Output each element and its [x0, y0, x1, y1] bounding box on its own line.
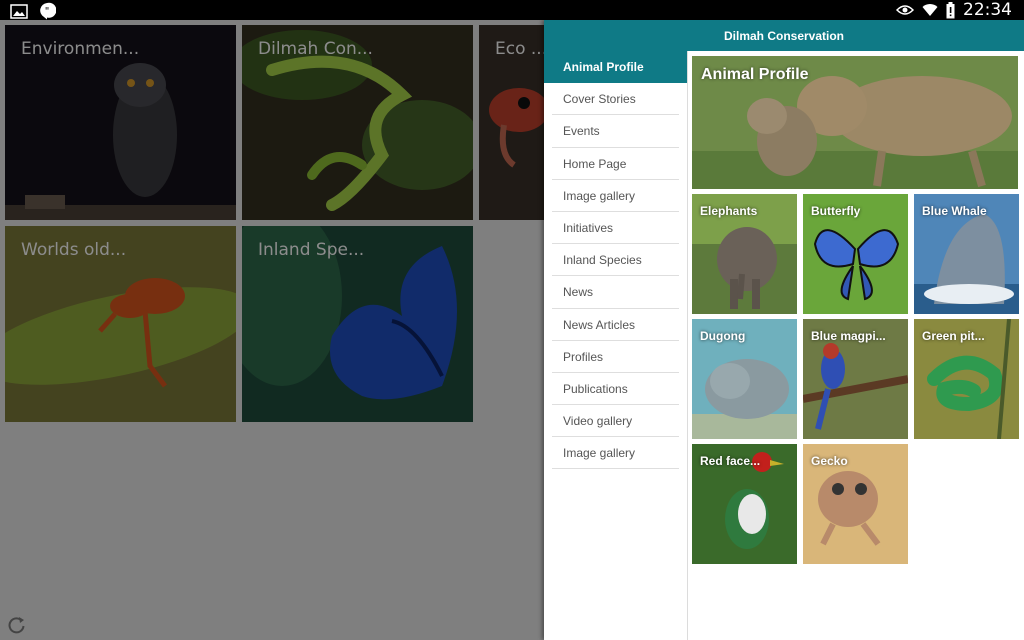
thumb-gecko[interactable]: Gecko — [803, 444, 908, 564]
thumb-label: Butterfly — [811, 204, 861, 218]
eye-icon — [896, 4, 914, 16]
clock: 22:34 — [963, 0, 1012, 20]
status-bar: " 22:34 — [0, 0, 1024, 20]
hangouts-notification-icon: " — [38, 2, 56, 20]
thumb-red-faced-malkoha[interactable]: Red face... — [692, 444, 797, 564]
hero-banner[interactable]: Animal Profile — [692, 56, 1018, 189]
drawer-header: Dilmah Conservation — [544, 20, 1024, 51]
gallery-notification-icon — [10, 3, 28, 19]
menu-item-news[interactable]: News — [552, 276, 679, 309]
thumb-blue-whale[interactable]: Blue Whale — [914, 194, 1019, 314]
menu-item-home-page[interactable]: Home Page — [552, 148, 679, 180]
thumb-label: Red face... — [700, 454, 761, 468]
hero-title: Animal Profile — [701, 66, 809, 83]
navigation-drawer: Dilmah Conservation Animal Profile Cover… — [544, 20, 1024, 640]
thumb-label: Dugong — [700, 329, 746, 343]
menu-item-events[interactable]: Events — [552, 115, 679, 148]
thumb-green-pit-viper[interactable]: Green pit... — [914, 319, 1019, 439]
menu-item-image-gallery-2[interactable]: Image gallery — [552, 437, 679, 470]
thumb-label: Blue magpi... — [811, 329, 886, 343]
thumb-label: Elephants — [700, 204, 758, 218]
battery-alert-icon — [946, 1, 955, 19]
menu-item-news-articles[interactable]: News Articles — [552, 309, 679, 341]
thumb-blue-magpie[interactable]: Blue magpi... — [803, 319, 908, 439]
menu-item-profiles[interactable]: Profiles — [552, 341, 679, 373]
menu-item-publications[interactable]: Publications — [552, 373, 679, 406]
thumb-elephants[interactable]: Elephants — [692, 194, 797, 314]
drawer-title: Dilmah Conservation — [723, 28, 845, 43]
thumb-label: Gecko — [811, 454, 848, 468]
refresh-icon[interactable] — [7, 615, 27, 635]
thumb-dugong[interactable]: Dugong — [692, 319, 797, 439]
thumb-label: Green pit... — [922, 329, 985, 343]
screen: " 22:34 Environmen... Dilmah Con... Eco … — [0, 0, 1024, 640]
thumb-butterfly[interactable]: Butterfly — [803, 194, 908, 314]
menu-item-animal-profile[interactable]: Animal Profile — [544, 51, 687, 84]
category-menu: Animal Profile Cover Stories Events Home… — [544, 51, 688, 640]
menu-item-image-gallery[interactable]: Image gallery — [552, 180, 679, 212]
wifi-icon — [922, 3, 938, 17]
thumb-label: Blue Whale — [922, 204, 987, 218]
svg-text:": " — [45, 6, 50, 17]
menu-item-cover-stories[interactable]: Cover Stories — [552, 83, 679, 116]
menu-item-initiatives[interactable]: Initiatives — [552, 212, 679, 245]
menu-item-inland-species[interactable]: Inland Species — [552, 244, 679, 277]
menu-item-video-gallery[interactable]: Video gallery — [552, 405, 679, 438]
